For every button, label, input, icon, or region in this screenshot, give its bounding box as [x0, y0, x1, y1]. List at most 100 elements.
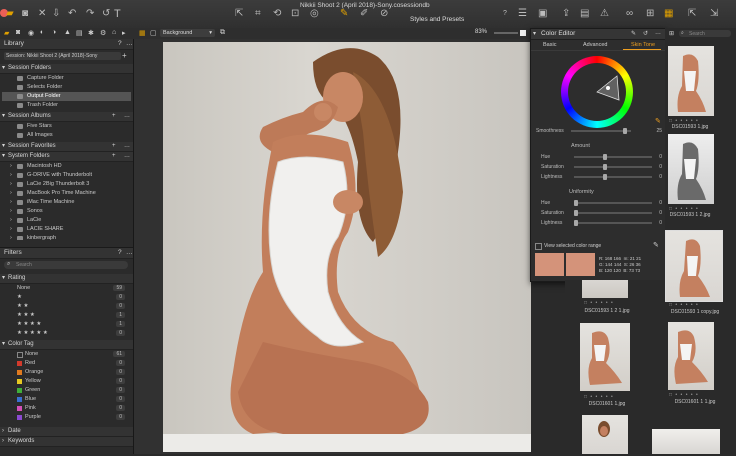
upload-icon[interactable]: ⇪ [562, 9, 570, 19]
undo-icon[interactable]: ↶ [68, 9, 76, 19]
color-tab-icon[interactable]: ◐ [40, 29, 44, 36]
session-folders-header[interactable]: Session Folders ▾ [0, 64, 133, 74]
rating-filter-row[interactable]: ★ ★ 0 [0, 302, 133, 311]
sliders-icon[interactable]: ☰ [518, 9, 527, 19]
uniformity-saturation-slider[interactable]: Saturation 0 [531, 209, 666, 217]
thumbnail-image[interactable] [652, 429, 720, 454]
add-icon[interactable]: + [112, 142, 116, 151]
color-tag-filter-row[interactable]: Green 0 [0, 386, 133, 395]
overlay-icon[interactable]: ▦ [664, 9, 673, 19]
sidebar-item-trash-folder[interactable]: Trash Folder [0, 101, 133, 110]
brush-tool-icon[interactable]: ✐ [360, 9, 368, 19]
session-albums-header[interactable]: Session Albums ▾ +… [0, 112, 133, 122]
library-tab-icon[interactable]: ▰ [4, 29, 9, 37]
sidebar-item-drive[interactable]: › LaCie [0, 216, 133, 225]
more-icon[interactable]: … [126, 248, 133, 258]
rating-header[interactable]: Rating ▾ [0, 274, 133, 284]
grid-view-icon[interactable]: ⊞ [646, 9, 654, 19]
slider-handle[interactable] [574, 210, 578, 216]
close-icon[interactable]: ✕ [38, 9, 46, 19]
browser-search-input[interactable]: ⌕ Search [679, 30, 731, 37]
help-icon[interactable]: ? [118, 248, 122, 258]
styles-presets-label[interactable]: Styles and Presets [410, 15, 464, 25]
thumbnail-rating[interactable]: □ • • • • • [584, 394, 614, 400]
output-tab-icon[interactable]: ⌂ [112, 29, 116, 36]
color-wheel[interactable] [561, 56, 633, 128]
color-tag-filter-row[interactable]: Pink 0 [0, 404, 133, 413]
color-tag-filter-row[interactable]: Yellow 0 [0, 377, 133, 386]
more-icon[interactable]: … [655, 30, 661, 36]
eyedropper-icon[interactable]: ✎ [655, 117, 661, 125]
exposure-tab-icon[interactable]: ◑ [52, 29, 56, 36]
color-tag-header[interactable]: Color Tag ▾ [0, 340, 133, 350]
style-select[interactable]: Background ▾ [160, 29, 215, 37]
rating-filter-row[interactable]: None 59 [0, 284, 133, 293]
sidebar-item-drive[interactable]: › MacBook Pro Time Machine [0, 189, 133, 198]
thumbnail-image[interactable] [582, 415, 628, 454]
proof-icon[interactable]: ∞ [626, 9, 633, 19]
zoom-level[interactable]: 83% [475, 29, 487, 35]
thumbnail-image[interactable] [582, 280, 628, 298]
thumbnail-image[interactable] [668, 46, 714, 116]
smoothness-slider[interactable]: Smoothness 25 [531, 127, 666, 135]
color-tag-filter-row[interactable]: Orange 0 [0, 368, 133, 377]
slider-handle[interactable] [574, 220, 578, 226]
tab-skin-tone[interactable]: Skin Tone [631, 42, 655, 48]
tab-advanced[interactable]: Advanced [583, 42, 607, 48]
reset-icon[interactable]: ↺ [643, 30, 648, 37]
add-icon[interactable]: + [122, 51, 127, 60]
browser-view-icon[interactable]: ⊞ [669, 30, 674, 37]
keywords-header[interactable]: Keywords › [0, 437, 133, 447]
import-icon[interactable]: ⇩ [52, 9, 60, 19]
more-icon[interactable]: … [126, 39, 133, 49]
chevron-down-icon[interactable]: ▾ [533, 30, 536, 37]
date-header[interactable]: Date › [0, 427, 133, 437]
session-favorites-header[interactable]: Session Favorites ▾ +… [0, 142, 133, 152]
settings-tab-icon[interactable]: ✱ [88, 29, 94, 37]
color-tag-filter-row[interactable]: Red 0 [0, 359, 133, 368]
local-adjust-tab-icon[interactable]: ▤ [76, 29, 83, 37]
zoom-fit-icon[interactable] [520, 30, 526, 36]
amount-lightness-slider[interactable]: Lightness 0 [531, 173, 666, 181]
thumbnail-image[interactable] [668, 322, 714, 390]
sidebar-item-five-stars[interactable]: Five Stars [0, 122, 133, 131]
details-tab-icon[interactable]: ▲ [64, 29, 71, 36]
more-tabs-icon[interactable]: ▸ [122, 29, 126, 37]
main-photo[interactable] [163, 42, 531, 452]
copy-adjustments-icon[interactable]: ⇱ [688, 9, 696, 19]
exposure-warning-icon[interactable]: ⚠ [600, 9, 609, 19]
sidebar-item-drive[interactable]: › LaCie 2Big Thunderbolt 3 [0, 180, 133, 189]
hue-range-selector[interactable] [561, 56, 633, 128]
sidebar-item-drive[interactable]: › iMac Time Machine [0, 198, 133, 207]
slider-handle[interactable] [603, 154, 607, 160]
sidebar-item-drive[interactable]: › G-DRIVE with Thunderbolt [0, 171, 133, 180]
slider-handle[interactable] [623, 128, 627, 134]
thumbnail-image[interactable] [668, 134, 714, 204]
single-view-icon[interactable]: ▢ [150, 29, 157, 37]
thumbnail-image-selected[interactable] [665, 230, 723, 302]
process-icon[interactable]: ▤ [580, 9, 589, 19]
color-tag-filter-row[interactable]: Purple 0 [0, 413, 133, 422]
color-tag-filter-row[interactable]: None 61 [0, 350, 133, 359]
sidebar-item-output-folder[interactable]: Output Folder [2, 92, 131, 101]
rating-filter-row[interactable]: ★ ★ ★ ★ ★ 0 [0, 329, 133, 338]
rating-filter-row[interactable]: ★ 0 [0, 293, 133, 302]
sidebar-item-selects-folder[interactable]: Selects Folder [0, 83, 133, 92]
folder-icon[interactable]: ▰ [6, 9, 14, 19]
thumbnail-rating[interactable]: □ • • • • • [669, 302, 699, 308]
amount-saturation-slider[interactable]: Saturation 0 [531, 163, 666, 171]
uniformity-hue-slider[interactable]: Hue 0 [531, 199, 666, 207]
apply-adjustments-icon[interactable]: ⇲ [710, 9, 718, 19]
reset-icon[interactable]: ↺ [102, 9, 110, 19]
rating-filter-row[interactable]: ★ ★ ★ ★ 1 [0, 320, 133, 329]
camera-icon[interactable]: ◙ [22, 9, 28, 19]
capture-tab-icon[interactable]: ◙ [16, 29, 20, 36]
view-mode-icon[interactable]: ▦ [139, 29, 146, 37]
sidebar-item-drive[interactable]: › Sonos [0, 207, 133, 216]
color-picker-icon[interactable]: ✎ [631, 30, 636, 37]
before-after-icon[interactable]: ⧉ [220, 29, 225, 37]
thumbnail-rating[interactable]: □ • • • • • [584, 300, 614, 306]
more-icon[interactable]: … [124, 152, 130, 161]
help-icon[interactable]: ? [118, 39, 122, 49]
system-folders-header[interactable]: System Folders ▾ +… [0, 152, 133, 162]
